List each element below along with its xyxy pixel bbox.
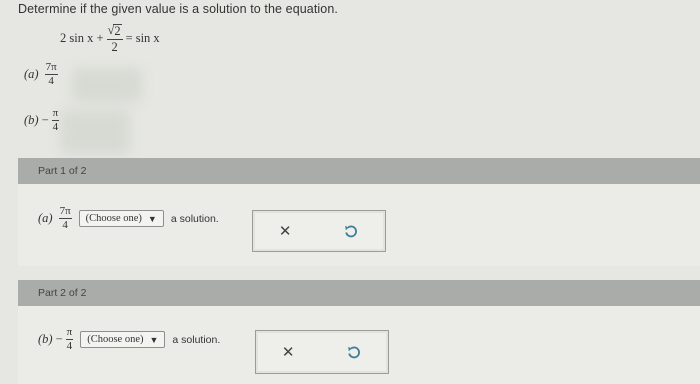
equation: 2 sin x + √ 2 2 = sin x [60,24,160,53]
part-2-select-value: (Choose one) [87,334,144,345]
glare-blur [60,110,130,154]
close-icon[interactable]: ✕ [282,343,295,361]
part-1-actions: ✕ [252,210,386,252]
part-2-actions: ✕ [255,330,389,374]
option-b-fraction: π 4 [51,107,60,133]
caret-down-icon: ▼ [149,334,159,345]
equation-rhs: sin x [135,31,160,45]
part-2-answer-label: (b) [38,332,53,346]
option-a-label: (a) [24,67,39,81]
part-1-suffix: a solution. [170,212,219,225]
option-b-label: (b) [24,113,39,127]
part-2-answer-row: (b) − π 4 (Choose one) ▼ a solution. [38,327,220,352]
option-a: (a) 7π 4 [24,62,58,87]
undo-icon[interactable] [343,223,359,239]
question-text: Determine if the given value is a soluti… [18,2,338,16]
close-icon[interactable]: ✕ [279,222,292,240]
part-1-select-value: (Choose one) [85,213,142,224]
part-2-solution-select[interactable]: (Choose one) ▼ [80,331,166,348]
equation-lhs: 2 sin x + [60,31,104,45]
caret-down-icon: ▼ [147,213,157,224]
undo-icon[interactable] [346,344,362,360]
part-2-sign: − [55,332,63,346]
part-1-answer-label: (a) [38,211,53,225]
part-2-header [18,280,700,306]
equation-fraction-denominator: 2 [111,39,118,54]
part-2-suffix: a solution. [172,333,221,346]
part-1-solution-select[interactable]: (Choose one) ▼ [78,210,164,227]
option-b: (b) − π 4 [24,107,60,133]
part-1-label: Part 1 of 2 [38,165,87,177]
sqrt-symbol: √ 2 [107,23,122,38]
part-2-fraction: π 4 [65,326,74,352]
glare-blur [72,68,142,102]
equation-fraction: √ 2 2 [106,23,123,54]
option-b-sign: − [41,113,49,127]
part-2-label: Part 2 of 2 [38,287,87,299]
option-a-fraction: 7π 4 [44,61,58,87]
part-1-fraction: 7π 4 [58,205,72,231]
equals-sign: = [125,31,133,45]
part-1-header [18,158,700,184]
part-1-answer-row: (a) 7π 4 (Choose one) ▼ a solution. [38,206,219,231]
